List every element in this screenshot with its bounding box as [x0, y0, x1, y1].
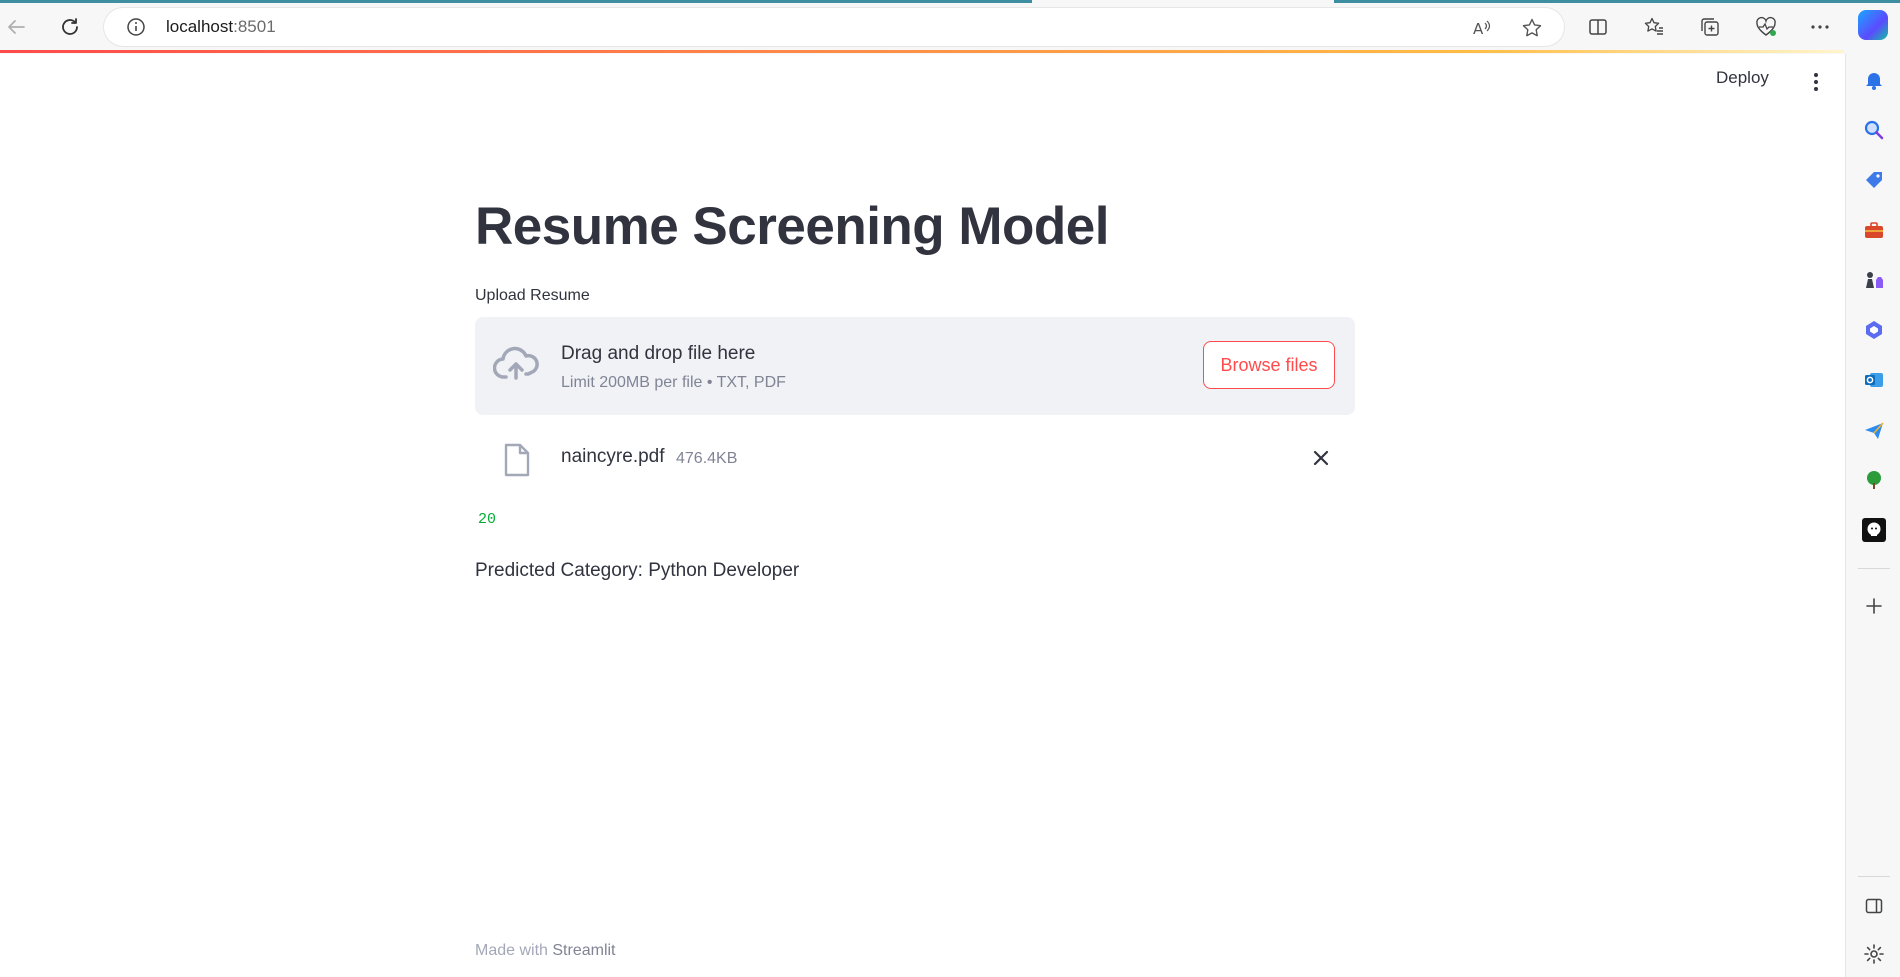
url-text[interactable]: localhost:8501: [166, 17, 276, 37]
page-title: Resume Screening Model: [475, 197, 1110, 256]
tab-strip: [0, 0, 1900, 3]
tools-briefcase-icon[interactable]: [1862, 218, 1886, 242]
microsoft365-icon[interactable]: [1862, 318, 1886, 342]
sidebar-divider: [1858, 568, 1890, 569]
read-aloud-icon[interactable]: A: [1471, 17, 1493, 39]
url-port: :8501: [233, 17, 276, 36]
output-code-value: 20: [478, 511, 497, 528]
bell-icon[interactable]: [1862, 68, 1886, 92]
browse-files-button[interactable]: Browse files: [1203, 341, 1335, 389]
cloud-upload-icon: [492, 344, 541, 386]
settings-gear-icon[interactable]: [1862, 942, 1886, 966]
deploy-button[interactable]: Deploy: [1716, 68, 1769, 88]
dropzone-title: Drag and drop file here: [561, 343, 756, 364]
favorites-icon[interactable]: [1640, 13, 1668, 41]
back-icon[interactable]: [2, 13, 30, 41]
footer-prefix: Made with: [475, 942, 553, 959]
add-icon[interactable]: [1862, 594, 1886, 618]
url-host: localhost: [166, 17, 234, 36]
tree-icon[interactable]: [1862, 468, 1886, 492]
github-icon[interactable]: [1862, 518, 1886, 542]
uploaded-file-row: naincyre.pdf 476.4KB: [475, 438, 1355, 494]
prediction-text: Predicted Category: Python Developer: [475, 560, 800, 581]
browser-toolbar: localhost:8501 A: [0, 0, 1900, 54]
address-bar[interactable]: localhost:8501 A: [104, 8, 1564, 46]
more-options-icon[interactable]: [1806, 13, 1834, 41]
svg-text:A: A: [1473, 20, 1484, 38]
copilot-icon[interactable]: [1858, 10, 1888, 40]
shopping-tag-icon[interactable]: [1862, 168, 1886, 192]
footer: Made with Streamlit: [475, 942, 616, 960]
streamlit-decoration-bar: [0, 50, 1844, 53]
info-icon[interactable]: [126, 17, 146, 37]
sidebar-divider-bottom: [1858, 876, 1890, 877]
collections-icon[interactable]: [1696, 13, 1724, 41]
remove-file-icon[interactable]: [1311, 448, 1331, 468]
send-plane-icon[interactable]: [1862, 418, 1886, 442]
main-menu-icon[interactable]: [1806, 70, 1826, 94]
favorite-star-icon[interactable]: [1521, 17, 1543, 39]
outlook-icon[interactable]: [1862, 368, 1886, 392]
footer-streamlit-link[interactable]: Streamlit: [552, 942, 615, 959]
edge-sidebar: [1845, 54, 1900, 977]
file-icon: [503, 442, 531, 478]
browser-essentials-icon[interactable]: [1752, 13, 1780, 41]
search-icon[interactable]: [1862, 118, 1886, 142]
refresh-icon[interactable]: [56, 13, 84, 41]
file-dropzone[interactable]: Drag and drop file here Limit 200MB per …: [475, 317, 1355, 415]
uploaded-file-size: 476.4KB: [676, 450, 738, 467]
dropzone-limit-text: Limit 200MB per file • TXT, PDF: [561, 374, 786, 391]
games-chess-icon[interactable]: [1862, 268, 1886, 292]
uploaded-file-name: naincyre.pdf: [561, 446, 665, 467]
split-screen-icon[interactable]: [1584, 13, 1612, 41]
upload-label: Upload Resume: [475, 287, 590, 304]
hide-sidebar-icon[interactable]: [1862, 894, 1886, 918]
